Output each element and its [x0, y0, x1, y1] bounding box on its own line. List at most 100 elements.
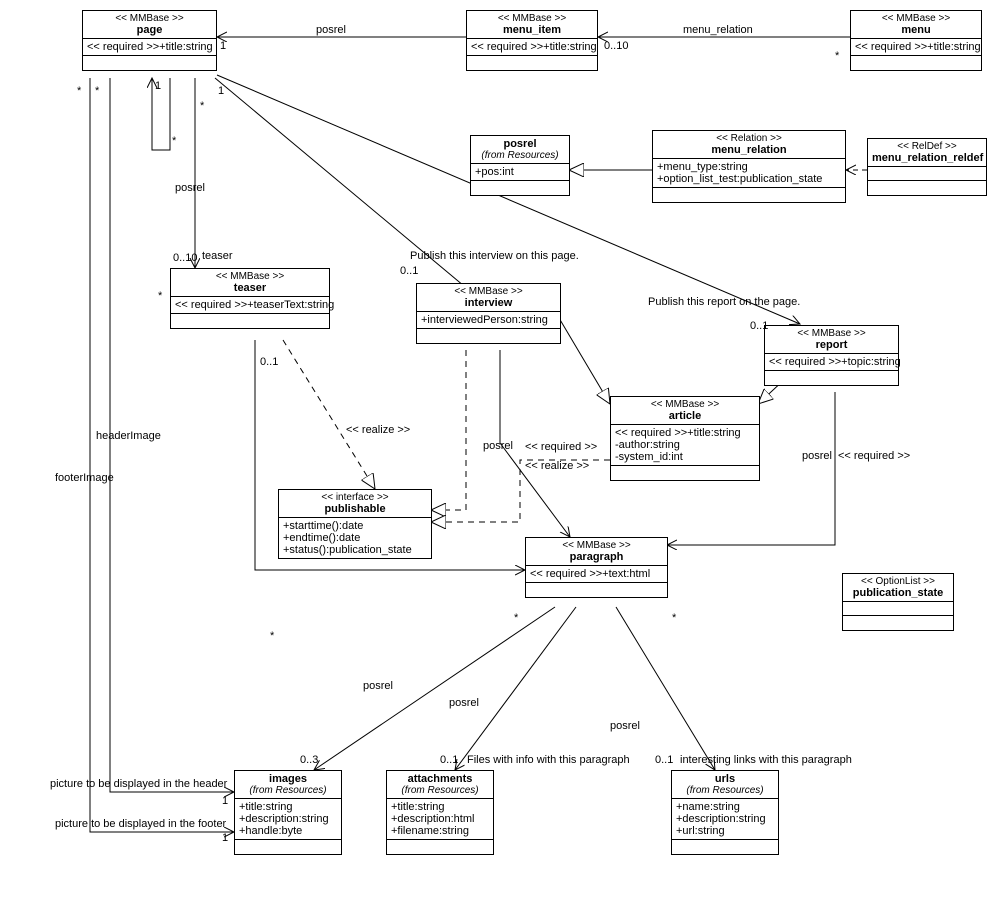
class-name: publication_state — [847, 587, 949, 599]
assoc-label-posrel: posrel — [449, 697, 479, 709]
required-tag: << required >> — [471, 41, 543, 53]
attr: +description:string — [239, 813, 337, 825]
uml-class-diagram: { "stereotypes": { "mmbase": "<< MMBase … — [0, 0, 995, 921]
assoc-label-posrel: posrel — [802, 450, 832, 462]
class-attachments: attachments(from Resources) +title:strin… — [386, 770, 494, 855]
from-package: (from Resources) — [239, 785, 337, 796]
mult: 1 — [218, 85, 224, 97]
attr: +option_list_test:publication_state — [657, 173, 841, 185]
mult: * — [514, 612, 518, 624]
required-tag: << required >> — [175, 299, 247, 311]
assoc-label-posrel: posrel — [316, 24, 346, 36]
class-name: images — [239, 773, 337, 785]
class-teaser: << MMBase >>teaser << required >>+teaser… — [170, 268, 330, 329]
mult: 0..1 — [655, 754, 673, 766]
class-name: posrel — [475, 138, 565, 150]
note-urls: interesting links with this paragraph — [680, 754, 852, 766]
class-menu-relation: << Relation >>menu_relation +menu_type:s… — [652, 130, 846, 203]
attr: +title:string — [159, 41, 213, 53]
mult: 1 — [222, 795, 228, 807]
realize-label: << realize >> — [346, 424, 410, 436]
class-menu: << MMBase >>menu << required >>+title:st… — [850, 10, 982, 71]
op: +status():publication_state — [283, 544, 427, 556]
mult: 1 — [155, 80, 161, 92]
assoc-label-menu-relation: menu_relation — [683, 24, 753, 36]
note-files: Files with info with this paragraph — [467, 754, 630, 766]
note-report: Publish this report on the page. — [648, 296, 800, 308]
from-package: (from Resources) — [475, 150, 565, 161]
class-name: paragraph — [530, 551, 663, 563]
stereotype: << MMBase >> — [615, 399, 755, 410]
mult: 0..1 — [400, 265, 418, 277]
realize-label: << realize >> — [525, 460, 589, 472]
attr: +title:string — [543, 41, 597, 53]
required-label: << required >> — [525, 441, 597, 453]
class-name: menu — [855, 24, 977, 36]
class-article: << MMBase >>article << required >>+title… — [610, 396, 760, 481]
stereotype: << MMBase >> — [421, 286, 556, 297]
mult: 0..1 — [750, 320, 768, 332]
required-tag: << required >> — [855, 41, 927, 53]
assoc-label-teaser: teaser — [202, 250, 233, 262]
assoc-label-footerimage: footerImage — [55, 472, 114, 484]
class-name: teaser — [175, 282, 325, 294]
class-report: << MMBase >>report << required >>+topic:… — [764, 325, 899, 386]
stereotype: << interface >> — [283, 492, 427, 503]
op: +starttime():date — [283, 520, 427, 532]
attr: +url:string — [676, 825, 774, 837]
required-label: << required >> — [838, 450, 910, 462]
attr: +teaserText:string — [247, 299, 334, 311]
assoc-label-posrel: posrel — [610, 720, 640, 732]
class-name: interview — [421, 297, 556, 309]
from-package: (from Resources) — [391, 785, 489, 796]
attr: +description:html — [391, 813, 489, 825]
class-paragraph: << MMBase >>paragraph << required >>+tex… — [525, 537, 668, 598]
mult: * — [270, 630, 274, 642]
op: +endtime():date — [283, 532, 427, 544]
attr: +topic:string — [841, 356, 901, 368]
mult: 0..3 — [300, 754, 318, 766]
mult: 0..1 — [260, 356, 278, 368]
class-name: menu_relation_reldef — [872, 152, 982, 164]
class-name: article — [615, 410, 755, 422]
mult: 1 — [220, 40, 226, 52]
class-publishable: << interface >>publishable +starttime():… — [278, 489, 432, 559]
mult: * — [200, 100, 204, 112]
assoc-label-posrel: posrel — [363, 680, 393, 692]
attr: +title:string — [391, 801, 489, 813]
mult: * — [77, 85, 81, 97]
mult: 1 — [222, 832, 228, 844]
class-name: report — [769, 339, 894, 351]
class-name: page — [87, 24, 212, 36]
assoc-label-posrel: posrel — [175, 182, 205, 194]
class-posrel: posrel(from Resources) +pos:int — [470, 135, 570, 196]
stereotype: << MMBase >> — [471, 13, 593, 24]
from-package: (from Resources) — [676, 785, 774, 796]
attr: +handle:byte — [239, 825, 337, 837]
class-name: attachments — [391, 773, 489, 785]
class-name: publishable — [283, 503, 427, 515]
assoc-label-headerimage: headerImage — [96, 430, 161, 442]
attr: +interviewedPerson:string — [421, 314, 548, 326]
attr: -system_id:int — [615, 451, 755, 463]
note-interview: Publish this interview on this page. — [410, 250, 579, 262]
stereotype: << MMBase >> — [855, 13, 977, 24]
mult: 0..1 — [440, 754, 458, 766]
stereotype: << MMBase >> — [769, 328, 894, 339]
attr: -author:string — [615, 439, 755, 451]
stereotype: << MMBase >> — [530, 540, 663, 551]
stereotype: << MMBase >> — [175, 271, 325, 282]
class-publication-state: << OptionList >>publication_state — [842, 573, 954, 631]
mult: 0..10 — [173, 252, 197, 264]
class-page: << MMBase >>page << required >>+title:st… — [82, 10, 217, 71]
stereotype: << OptionList >> — [847, 576, 949, 587]
mult: * — [95, 85, 99, 97]
class-menu-relation-reldef: << RelDef >>menu_relation_reldef — [867, 138, 987, 196]
stereotype: << MMBase >> — [87, 13, 212, 24]
required-tag: << required >> — [615, 427, 687, 439]
mult: * — [835, 50, 839, 62]
attr: +title:string — [687, 427, 741, 439]
attr: +name:string — [676, 801, 774, 813]
attr: +title:string — [927, 41, 981, 53]
attr: +menu_type:string — [657, 161, 841, 173]
